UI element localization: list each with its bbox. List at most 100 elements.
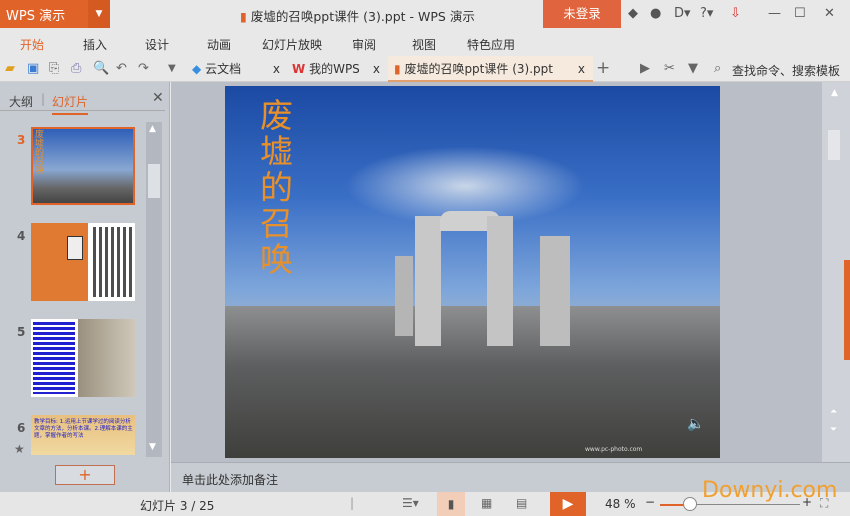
ruin-pillar bbox=[540, 236, 570, 346]
status-bar: 幻灯片 3 / 25 | ☰▾ ▮ ▦ ▤ ▶ 48 % − + ⛶ Downy… bbox=[0, 478, 850, 516]
ppt-file-icon: ▮ bbox=[240, 9, 247, 24]
print-icon[interactable]: ⎙ bbox=[71, 61, 81, 76]
tab-slides[interactable]: 幻灯片 bbox=[52, 93, 89, 115]
tab-outline[interactable]: 大纲 bbox=[9, 93, 33, 110]
notes-toggle-icon[interactable]: ☰▾ bbox=[402, 496, 419, 510]
divider bbox=[0, 110, 165, 111]
new-tab-icon[interactable]: + bbox=[596, 58, 610, 78]
doc-tab-cloud[interactable]: ◆ 云文档 x bbox=[186, 56, 286, 82]
zoom-level: 48 % bbox=[605, 497, 636, 511]
slide-number: 6 bbox=[17, 421, 26, 435]
slide-panel: 大纲 | 幻灯片 ✕ 3 废墟的召唤 4 5 6 教学目标: 1.运用上节课学过… bbox=[0, 82, 170, 492]
tab-review[interactable]: 审阅 bbox=[352, 36, 376, 53]
minimize-icon[interactable]: — bbox=[768, 6, 781, 21]
tools-icon[interactable]: ✂ bbox=[664, 61, 675, 76]
prev-slide-icon[interactable]: ⏶ bbox=[830, 407, 837, 417]
tab-special[interactable]: 特色应用 bbox=[467, 36, 515, 53]
ppt-file-icon: ▮ bbox=[394, 62, 401, 76]
doc-tab-active[interactable]: ▮ 废墟的召唤ppt课件 (3).ppt x bbox=[388, 56, 593, 82]
close-panel-icon[interactable]: ✕ bbox=[152, 90, 164, 106]
play-slideshow-button[interactable]: ▶ bbox=[550, 492, 586, 516]
tab-home[interactable]: 开始 bbox=[20, 36, 44, 53]
slide-canvas[interactable]: 废墟的召唤 🔈 www.pc-photo.com bbox=[225, 86, 720, 458]
screen-icon[interactable]: ▶ bbox=[640, 61, 650, 76]
scroll-down-icon[interactable]: ▼ bbox=[149, 442, 156, 452]
scroll-up-icon[interactable]: ▲ bbox=[149, 124, 156, 134]
skin-icon[interactable]: ◆ bbox=[628, 6, 638, 21]
slide-thumbnail-3[interactable]: 废墟的召唤 bbox=[31, 127, 135, 205]
doc-tab-mywps[interactable]: W 我的WPS x bbox=[286, 56, 386, 82]
scroll-thumb[interactable] bbox=[828, 130, 840, 160]
thumb-title: 废墟的召唤 bbox=[35, 130, 45, 176]
title-text: 废墟的召唤ppt课件 (3).ppt - WPS 演示 bbox=[250, 9, 475, 24]
reading-view-icon[interactable]: ▤ bbox=[516, 496, 527, 510]
tab-label: 我的WPS bbox=[309, 62, 360, 76]
search-icon[interactable]: ⌕ bbox=[714, 61, 721, 76]
zoom-slider-thumb[interactable] bbox=[683, 497, 697, 511]
ruin-pillar bbox=[395, 256, 413, 336]
divider: | bbox=[350, 496, 355, 510]
slide-thumbnail-5[interactable] bbox=[31, 319, 135, 397]
tab-label: 废墟的召唤ppt课件 (3).ppt bbox=[404, 62, 553, 76]
photo-watermark: www.pc-photo.com bbox=[585, 446, 643, 453]
zoom-out-icon[interactable]: − bbox=[645, 495, 655, 509]
normal-view-icon[interactable]: ▮ bbox=[437, 492, 465, 516]
slide-counter: 幻灯片 3 / 25 bbox=[140, 499, 215, 513]
print-preview-icon[interactable]: 🔍 bbox=[93, 61, 109, 76]
slide-title[interactable]: 废墟的召唤 bbox=[260, 98, 300, 278]
zoom-slider[interactable] bbox=[660, 504, 800, 506]
slide-thumbnail-6[interactable]: 教学目标: 1.运用上节课学过的阅读分析文章的方法，分析本课。2.理解本课的主题… bbox=[31, 415, 135, 455]
scroll-up-icon[interactable]: ▲ bbox=[831, 88, 838, 98]
title-bar: WPS 演示 ▼ ▮ 废墟的召唤ppt课件 (3).ppt - WPS 演示 未登… bbox=[0, 0, 850, 28]
more-dropdown-icon[interactable]: ▼ bbox=[168, 63, 176, 74]
editor-scrollbar[interactable]: ▲ ⏶ ⏷ bbox=[822, 82, 850, 462]
window-title: ▮ 废墟的召唤ppt课件 (3).ppt - WPS 演示 bbox=[240, 6, 475, 25]
notes-placeholder[interactable]: 单击此处添加备注 bbox=[182, 471, 278, 488]
slide-number: 3 bbox=[17, 133, 26, 147]
save-icon[interactable]: ▣ bbox=[27, 61, 39, 76]
close-icon[interactable]: x bbox=[373, 56, 380, 82]
download-icon[interactable]: ⇩ bbox=[730, 6, 741, 21]
sorter-view-icon[interactable]: ▦ bbox=[481, 496, 492, 510]
slide-number: 4 bbox=[17, 229, 26, 243]
slide-thumbnail-4[interactable] bbox=[31, 223, 135, 301]
add-slide-button[interactable]: + bbox=[55, 465, 115, 485]
close-icon[interactable]: x bbox=[273, 56, 280, 82]
app-logo: WPS 演示 bbox=[6, 8, 66, 24]
close-icon[interactable]: x bbox=[578, 56, 585, 82]
open-icon[interactable]: ▰ bbox=[5, 61, 15, 76]
settings-icon[interactable]: ● bbox=[650, 6, 661, 21]
close-icon[interactable]: ✕ bbox=[824, 6, 835, 21]
search-commands[interactable]: 查找命令、搜索模板 bbox=[732, 62, 840, 79]
scroll-thumb[interactable] bbox=[148, 164, 160, 198]
audio-icon[interactable]: 🔈 bbox=[687, 416, 704, 432]
tab-design[interactable]: 设计 bbox=[145, 36, 169, 53]
tab-label: 云文档 bbox=[205, 62, 242, 76]
tab-animation[interactable]: 动画 bbox=[207, 36, 231, 53]
undo-icon[interactable]: ↶ bbox=[116, 61, 127, 76]
divider: | bbox=[41, 92, 46, 106]
feedback-icon[interactable]: D▾ bbox=[674, 6, 691, 21]
slide-number: 5 bbox=[17, 325, 26, 339]
tab-insert[interactable]: 插入 bbox=[83, 36, 107, 53]
ribbon-tabs: 开始 插入 设计 动画 幻灯片放映 审阅 视图 特色应用 bbox=[0, 28, 850, 56]
share-icon[interactable]: ▼ bbox=[688, 61, 698, 76]
wps-menu-button[interactable]: WPS 演示 ▼ bbox=[0, 0, 110, 28]
next-slide-icon[interactable]: ⏷ bbox=[830, 425, 837, 435]
quick-toolbar: ▰ ▣ ⎘ ⎙ 🔍 ↶ ↷ ▼ ◆ 云文档 x W 我的WPS x ▮ 废墟的召唤p… bbox=[0, 56, 850, 82]
login-button[interactable]: 未登录 bbox=[543, 0, 621, 28]
help-icon[interactable]: ?▾ bbox=[700, 6, 713, 21]
tab-view[interactable]: 视图 bbox=[412, 36, 436, 53]
tab-slideshow[interactable]: 幻灯片放映 bbox=[262, 36, 322, 53]
cloud-doc-icon: ◆ bbox=[192, 62, 202, 76]
star-icon: ★ bbox=[14, 442, 25, 456]
maximize-icon[interactable]: ☐ bbox=[794, 6, 806, 21]
side-panel-toggle[interactable] bbox=[844, 260, 850, 360]
wps-icon: W bbox=[292, 62, 306, 76]
site-watermark: Downyi.com bbox=[702, 478, 838, 503]
export-pdf-icon[interactable]: ⎘ bbox=[49, 61, 59, 76]
redo-icon[interactable]: ↷ bbox=[138, 61, 149, 76]
thumb-text: 教学目标: 1.运用上节课学过的阅读分析文章的方法，分析本课。2.理解本课的主题… bbox=[34, 419, 133, 439]
chevron-down-icon[interactable]: ▼ bbox=[88, 0, 110, 28]
panel-scrollbar[interactable]: ▲ ▼ bbox=[146, 122, 162, 457]
